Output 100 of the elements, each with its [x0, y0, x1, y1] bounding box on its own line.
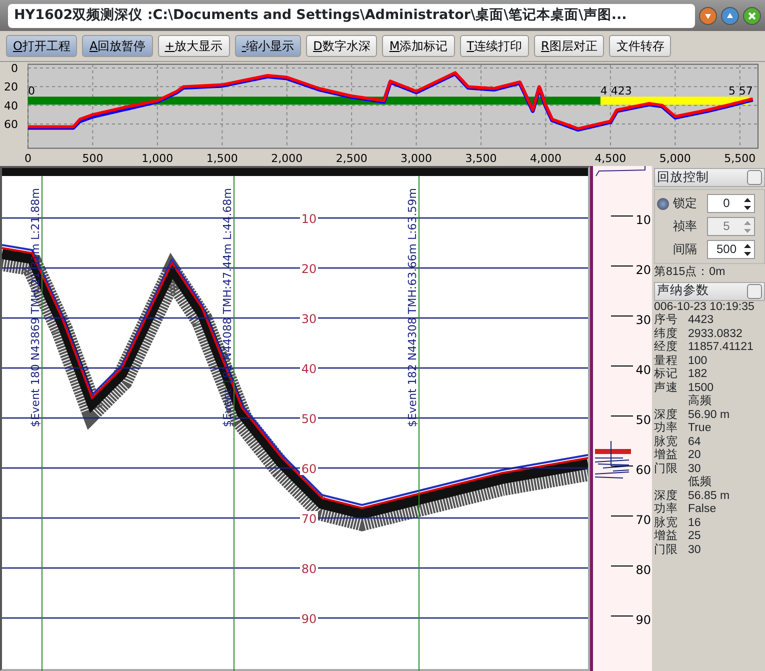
axis-label: 1,000 [142, 152, 174, 165]
param-label: 标记 [654, 368, 679, 382]
axis-label: 3,000 [400, 152, 432, 165]
axis-label: 40 [4, 99, 18, 112]
close-button[interactable] [743, 6, 761, 24]
position-label: 0 [28, 84, 35, 98]
field-label: 锁定 [673, 196, 698, 210]
toolbar-button[interactable]: O打开工程 [6, 35, 78, 57]
axis-label: 0 [11, 62, 18, 75]
param-value: 11857.41121 [688, 341, 754, 353]
maximize-button[interactable] [721, 6, 739, 24]
param-value: 182 [688, 368, 708, 380]
toolbar-button[interactable]: 文件转存 [609, 35, 672, 57]
axis-label: 3,500 [465, 152, 497, 165]
close-icon [747, 10, 757, 20]
param-value: 30 [688, 544, 701, 556]
axis-label: 60 [4, 118, 18, 131]
spin-field[interactable]: 0 [707, 194, 755, 213]
depth-label: 40 [301, 362, 317, 376]
axis-label: 4,500 [594, 152, 626, 165]
spin-arrows-icon [743, 196, 752, 210]
depth-label: 20 [301, 262, 317, 276]
param-label: 经度 [654, 341, 679, 354]
param-value: 30 [688, 462, 701, 474]
param-value: 4423 [688, 314, 714, 326]
param-label: 门限 [654, 462, 679, 476]
toolbar-button[interactable]: +放大显示 [158, 35, 230, 57]
param-value: 16 [688, 516, 701, 528]
param-value: 56.90 m [688, 408, 730, 420]
spin-arrows-icon [743, 242, 752, 256]
axis-label: 5,500 [724, 152, 756, 165]
echo-waveform-drawing [594, 440, 631, 478]
axis-label: 20 [4, 80, 18, 94]
minimize-button[interactable] [699, 6, 717, 24]
param-label: 门限 [654, 544, 679, 557]
position-label: 5 57 [728, 84, 753, 98]
depth-label: 70 [301, 512, 317, 526]
window-title: HY1602双频测深仪 :C:\Documents and Settings\Administrator\桌面\笔记本桌面\声图... [8, 4, 695, 28]
section-title: 回放控制 [657, 170, 709, 184]
toolbar-button[interactable]: D数字水深 [306, 35, 378, 57]
depth-label: 50 [301, 412, 317, 426]
param-label: 序号 [654, 314, 679, 328]
toolbar-button[interactable]: T连续打印 [460, 35, 530, 57]
param-value: 25 [688, 530, 701, 542]
axis-label: 4,000 [530, 152, 562, 165]
axis-label: 1,500 [206, 152, 238, 165]
timestamp-text: 006-10-23 10:19:35 [654, 300, 756, 313]
status-text: 第815点：0m [654, 266, 726, 280]
depth-scale-label: 70 [636, 513, 651, 527]
field-label: 祯率 [673, 220, 698, 234]
position-label: 4 423 [600, 84, 632, 98]
radio-button[interactable] [657, 198, 669, 210]
param-label: 量程 [654, 354, 679, 368]
spin-arrows-icon [743, 220, 752, 234]
param-value: 100 [688, 354, 708, 366]
param-label: 深度 [654, 408, 679, 422]
group-heading: 低频 [687, 476, 713, 490]
depth-label: 30 [301, 312, 317, 326]
param-value: True [688, 422, 712, 434]
param-value: 56.85 m [688, 490, 730, 502]
toolbar-button[interactable]: R图层对正 [534, 35, 604, 57]
param-label: 功率 [654, 422, 679, 435]
toolbar-button[interactable]: -缩小显示 [234, 35, 302, 57]
transducer-line [596, 166, 646, 176]
depth-label: 80 [301, 562, 317, 576]
param-label: 增益 [654, 530, 679, 543]
param-label: 纬度 [654, 328, 679, 340]
param-label: 声速 [654, 382, 679, 395]
toolbar-button[interactable]: M添加标记 [382, 35, 455, 57]
param-value: False [688, 503, 716, 515]
depth-scale-label: 80 [636, 563, 651, 577]
axis-label: 5,000 [659, 152, 691, 165]
depth-label: 90 [301, 612, 317, 626]
param-value: 2933.0832 [688, 328, 742, 340]
checkbox[interactable] [747, 284, 762, 298]
param-label: 脉宽 [654, 436, 679, 448]
axis-label: 2,500 [336, 152, 368, 165]
section-title: 声纳参数 [657, 284, 709, 298]
param-label: 功率 [654, 503, 679, 516]
checkbox[interactable] [747, 170, 762, 185]
depth-scale-label: 30 [636, 313, 651, 327]
depth-scale-label: 90 [636, 613, 651, 627]
up-arrow-icon [725, 10, 735, 20]
param-label: 增益 [654, 449, 679, 462]
param-value: 64 [688, 436, 701, 448]
depth-scale-label: 10 [636, 213, 651, 227]
depth-label: 10 [301, 212, 317, 226]
param-label: 脉宽 [654, 516, 679, 530]
axis-label: 500 [82, 152, 104, 165]
depth-scale-label: 40 [636, 363, 651, 377]
depth-label: 60 [301, 462, 317, 476]
param-value: 1500 [688, 382, 714, 394]
spin-field[interactable]: 500 [707, 240, 755, 259]
param-label: 深度 [654, 490, 679, 502]
field-label: 间隔 [673, 242, 698, 256]
axis-label: 2,000 [271, 152, 303, 165]
group-heading: 高频 [687, 395, 713, 408]
depth-scale-label: 50 [636, 413, 651, 427]
depth-scale-label: 60 [636, 463, 651, 477]
toolbar-button[interactable]: A回放暂停 [82, 35, 153, 57]
